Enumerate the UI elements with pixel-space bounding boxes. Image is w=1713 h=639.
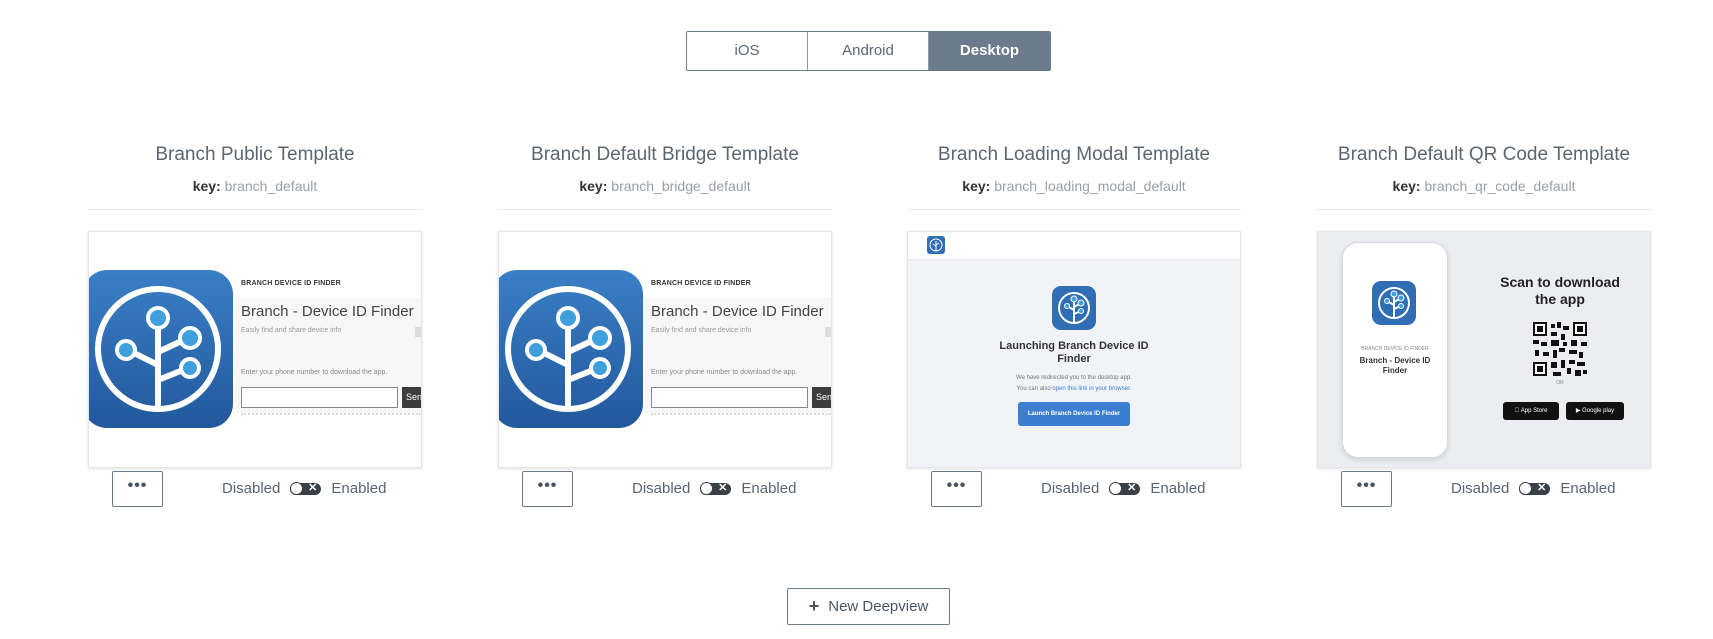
toggle-knob: [700, 481, 714, 495]
enable-toggle-group: Disabled ✕ Enabled: [222, 480, 386, 497]
template-card: Branch Default QR Code Template key: bra…: [1317, 144, 1651, 507]
more-options-button[interactable]: •••: [112, 471, 163, 507]
preview-send-button: Sen: [402, 387, 421, 408]
branch-logo-icon: [927, 236, 945, 254]
disabled-label: Disabled: [632, 480, 691, 497]
template-title: Branch Default QR Code Template: [1337, 144, 1631, 165]
disabled-label: Disabled: [1041, 480, 1100, 497]
preview-prompt: Enter your phone number to download the …: [241, 369, 388, 376]
preview-text: We have redirected you to the desktop ap…: [1016, 375, 1132, 381]
template-preview[interactable]: BRANCH DEVICE ID FINDER Branch - Device …: [88, 231, 422, 468]
toggle-knob: [1519, 481, 1533, 495]
template-key: key: branch_default: [192, 178, 318, 194]
preview-heading: BRANCH DEVICE ID FINDER: [241, 280, 341, 287]
divider: [88, 209, 422, 210]
qr-code-icon: [1533, 322, 1587, 376]
new-deepview-button[interactable]: + New Deepview: [787, 588, 950, 625]
template-card: Branch Default Bridge Template key: bran…: [498, 144, 832, 507]
enable-toggle[interactable]: ✕: [1519, 481, 1551, 495]
preview-text-link: You can also open this link in your brow…: [1016, 386, 1132, 392]
template-key: key: branch_qr_code_default: [1392, 178, 1576, 194]
preview-send-button: Sen: [812, 387, 831, 408]
toggle-knob: [290, 481, 304, 495]
enabled-label: Enabled: [1150, 480, 1206, 497]
enable-toggle[interactable]: ✕: [1109, 481, 1141, 495]
preview-launch-button: Launch Branch Device ID Finder: [1018, 402, 1130, 426]
enabled-label: Enabled: [741, 480, 797, 497]
template-card: Branch Loading Modal Template key: branc…: [907, 144, 1241, 507]
play-icon: ▶: [1575, 408, 1581, 414]
app-icon: [499, 270, 643, 428]
app-store-badge:  App Store: [1503, 402, 1559, 420]
enable-toggle-group: Disabled ✕ Enabled: [1451, 480, 1615, 497]
apple-icon: : [1515, 408, 1520, 414]
more-options-button[interactable]: •••: [1341, 471, 1392, 507]
preview-fine-print: [241, 413, 421, 423]
template-title: Branch Loading Modal Template: [937, 144, 1211, 165]
template-card: Branch Public Template key: branch_defau…: [88, 144, 422, 507]
phone-title: Branch - Device ID Finder: [1359, 356, 1431, 375]
enable-toggle[interactable]: ✕: [700, 481, 732, 495]
preview-app-title: Branch - Device ID Finder: [651, 303, 824, 320]
template-title: Branch Default Bridge Template: [531, 144, 799, 165]
toggle-off-icon: ✕: [308, 481, 318, 494]
divider: [498, 209, 832, 210]
toggle-off-icon: ✕: [1127, 481, 1137, 494]
preview-header-bar: [908, 232, 1240, 260]
card-controls: ••• Disabled ✕ Enabled: [1317, 471, 1651, 507]
divider: [1317, 209, 1651, 210]
branch-tree-icon: [95, 286, 221, 412]
divider: [907, 209, 1241, 210]
template-preview[interactable]: Launching Branch Device ID Finder We have…: [907, 231, 1241, 468]
google-play-badge: ▶ Google play: [1566, 402, 1624, 420]
enabled-label: Enabled: [331, 480, 387, 497]
toggle-knob: [1109, 481, 1123, 495]
disabled-label: Disabled: [1451, 480, 1510, 497]
enable-toggle-group: Disabled ✕ Enabled: [1041, 480, 1205, 497]
preview-prompt: Enter your phone number to download the …: [651, 369, 798, 376]
scan-title: Scan to download the app: [1500, 274, 1620, 307]
plus-icon: +: [808, 596, 820, 616]
tab-desktop[interactable]: Desktop: [929, 32, 1050, 70]
preview-heading: BRANCH DEVICE ID FINDER: [651, 280, 751, 287]
tab-android[interactable]: Android: [808, 32, 929, 70]
toggle-off-icon: ✕: [1537, 481, 1547, 494]
card-controls: ••• Disabled ✕ Enabled: [88, 471, 422, 507]
card-controls: ••• Disabled ✕ Enabled: [498, 471, 832, 507]
more-options-button[interactable]: •••: [522, 471, 573, 507]
disabled-label: Disabled: [222, 480, 281, 497]
preview-fine-print: [651, 413, 831, 423]
branch-app-icon: [1052, 286, 1096, 330]
template-key: key: branch_bridge_default: [579, 178, 751, 194]
preview-tab: [415, 327, 421, 337]
toggle-off-icon: ✕: [718, 481, 728, 494]
more-options-button[interactable]: •••: [931, 471, 982, 507]
enabled-label: Enabled: [1560, 480, 1616, 497]
new-deepview-label: New Deepview: [828, 598, 929, 615]
preview-subtitle: Easily find and share device info: [241, 327, 342, 334]
preview-phone-input: [651, 387, 808, 408]
branch-tree-icon: [505, 286, 631, 412]
branch-app-icon: [1372, 281, 1416, 325]
preview-subtitle: Easily find and share device info: [651, 327, 752, 334]
platform-tabs: iOS Android Desktop: [686, 31, 1051, 71]
template-preview[interactable]: BRANCH DEVICE ID FINDER Branch - Device …: [498, 231, 832, 468]
enable-toggle-group: Disabled ✕ Enabled: [632, 480, 796, 497]
preview-title: Launching Branch Device ID Finder: [999, 340, 1149, 365]
preview-app-title: Branch - Device ID Finder: [241, 303, 414, 320]
phone-heading: BRANCH DEVICE ID FINDER: [1361, 346, 1429, 352]
preview-phone-input: [241, 387, 398, 408]
or-divider: OR: [1556, 380, 1564, 386]
template-key: key: branch_loading_modal_default: [962, 178, 1186, 194]
tab-ios[interactable]: iOS: [687, 32, 808, 70]
card-controls: ••• Disabled ✕ Enabled: [907, 471, 1241, 507]
enable-toggle[interactable]: ✕: [290, 481, 322, 495]
template-title: Branch Public Template: [155, 144, 355, 165]
app-icon: [89, 270, 233, 428]
template-preview[interactable]: BRANCH DEVICE ID FINDER Branch - Device …: [1317, 231, 1651, 468]
phone-mockup: BRANCH DEVICE ID FINDER Branch - Device …: [1342, 242, 1448, 458]
preview-tab: [825, 327, 831, 337]
